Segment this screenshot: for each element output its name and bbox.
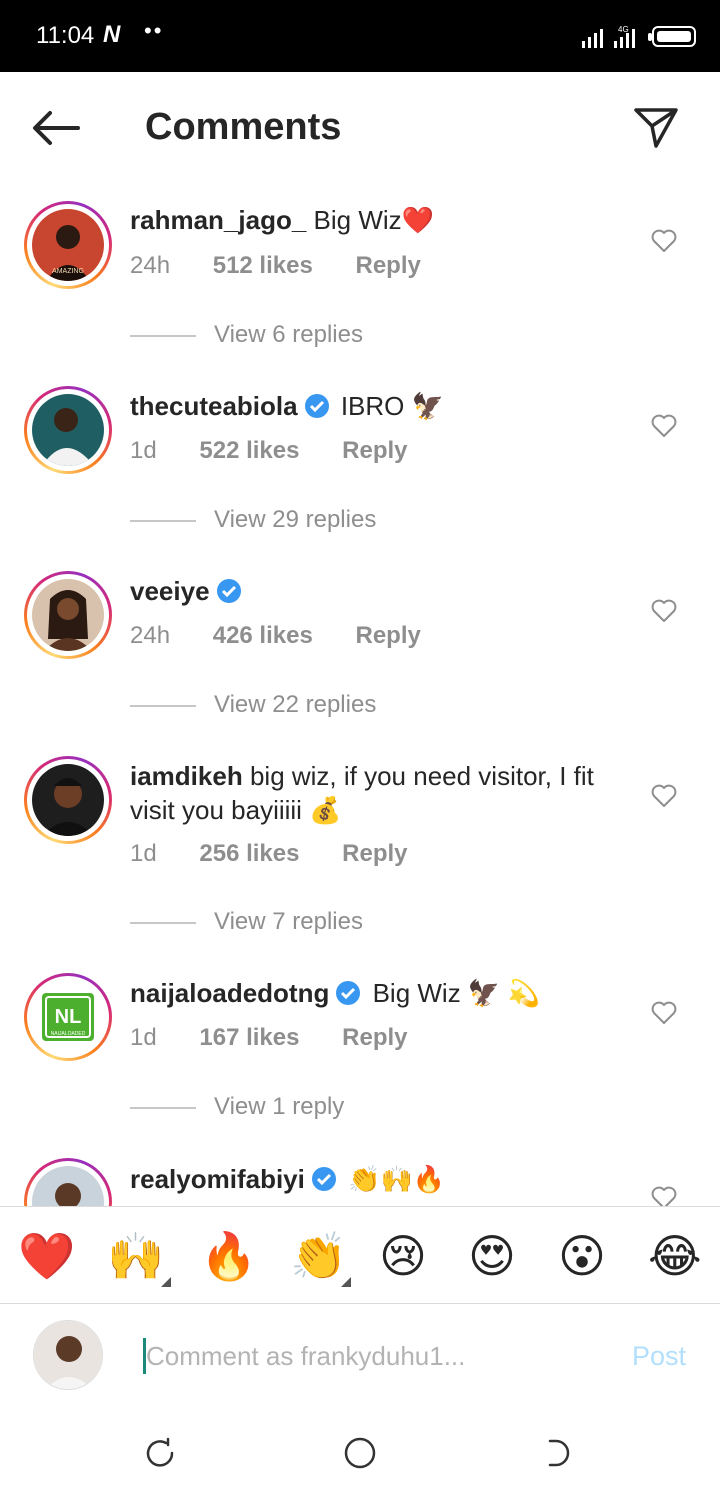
back-arrow-icon[interactable]: [30, 108, 82, 148]
signal-icon: 4G: [582, 26, 635, 48]
comment-username[interactable]: iamdikeh: [130, 761, 243, 791]
comment-meta: 24h 426 likes Reply: [130, 622, 457, 650]
avatar[interactable]: [24, 756, 112, 844]
comment-username[interactable]: thecuteabiola: [130, 391, 298, 421]
notification-dots: ••: [144, 18, 164, 43]
replies-divider: [130, 519, 196, 522]
comment-likes[interactable]: 256 likes: [199, 840, 299, 867]
network-label: 4G: [618, 26, 629, 34]
comment-meta: 24h 512 likes Reply: [130, 252, 457, 280]
avatar[interactable]: [24, 386, 112, 474]
comment-likes[interactable]: 522 likes: [199, 437, 299, 464]
reply-button[interactable]: Reply: [355, 622, 420, 649]
comment-input[interactable]: [143, 1338, 583, 1374]
avatar[interactable]: AMAZING: [24, 201, 112, 289]
svg-text:AMAZING: AMAZING: [52, 268, 84, 275]
avatar[interactable]: NL NAIJALOADED: [24, 973, 112, 1061]
verified-badge-icon: [304, 394, 329, 418]
comment-time: 1d: [130, 840, 157, 867]
comment-username[interactable]: realyomifabiyi: [130, 1164, 305, 1194]
heart-icon[interactable]: [651, 599, 677, 623]
comment-text: veeiye: [130, 574, 630, 608]
comment-time: 24h: [130, 252, 171, 279]
view-replies-link[interactable]: View 29 replies: [130, 506, 376, 534]
comment-meta: 1d 522 likes Reply: [130, 437, 444, 465]
comment-time: 1d: [130, 1024, 157, 1051]
status-bar: 11:04 N •• 4G: [0, 0, 720, 72]
svg-text:NAIJALOADED: NAIJALOADED: [51, 1031, 86, 1037]
heart-emoji-button[interactable]: ❤️: [18, 1229, 75, 1283]
raised-hands-emoji-button[interactable]: 🙌: [107, 1229, 164, 1283]
comment-text: realyomifabiyi 👏🙌🔥: [130, 1162, 630, 1196]
comment-body: IBRO 🦅: [340, 391, 444, 421]
comment-username[interactable]: rahman_jago_: [130, 205, 306, 235]
skin-tone-indicator-icon: [161, 1277, 171, 1287]
status-time: 11:04: [36, 22, 95, 49]
replies-divider: [130, 1106, 196, 1109]
comment-username[interactable]: naijaloadedotng: [130, 978, 329, 1008]
comment-meta: 1d 256 likes Reply: [130, 840, 444, 868]
system-nav-bar: [0, 1405, 720, 1500]
fire-emoji-button[interactable]: 🔥: [200, 1229, 257, 1283]
recents-icon[interactable]: [142, 1435, 178, 1471]
verified-badge-icon: [336, 981, 361, 1005]
reply-button[interactable]: Reply: [342, 840, 407, 867]
view-replies-link[interactable]: View 7 replies: [130, 908, 363, 936]
heart-icon[interactable]: [651, 229, 677, 253]
comment-likes[interactable]: 167 likes: [199, 1024, 299, 1051]
replies-divider: [130, 921, 196, 924]
emoji-quick-bar: ❤️ 🙌 🔥 👏 😢 😍 😮 😂: [0, 1206, 720, 1304]
nav-back-icon[interactable]: [542, 1435, 578, 1471]
comment-likes[interactable]: 512 likes: [213, 252, 313, 279]
comment-time: 24h: [130, 622, 171, 649]
reply-button[interactable]: Reply: [342, 1024, 407, 1051]
view-replies-link[interactable]: View 6 replies: [130, 321, 363, 349]
heart-icon[interactable]: [651, 784, 677, 808]
my-avatar: [33, 1320, 103, 1390]
page-title: Comments: [145, 106, 342, 148]
replies-divider: [130, 704, 196, 707]
comment-body: Big Wiz 🦅 💫: [372, 978, 540, 1008]
comment-text: iamdikeh big wiz, if you need visitor, I…: [130, 759, 635, 827]
verified-badge-icon: [216, 579, 241, 603]
home-circle-icon[interactable]: [342, 1435, 378, 1471]
surprised-emoji-button[interactable]: 😮: [558, 1229, 606, 1283]
skin-tone-indicator-icon: [341, 1277, 351, 1287]
svg-text:NL: NL: [55, 1006, 82, 1028]
verified-badge-icon: [311, 1167, 336, 1191]
comment-text: thecuteabiola IBRO 🦅: [130, 389, 630, 423]
comment-body: Big Wiz❤️: [313, 205, 435, 235]
reply-button[interactable]: Reply: [355, 252, 420, 279]
crying-emoji-button[interactable]: 😢: [379, 1229, 427, 1283]
paper-plane-icon[interactable]: [630, 104, 682, 152]
avatar[interactable]: [24, 571, 112, 659]
header: Comments: [0, 72, 720, 182]
comment-meta: 1d 167 likes Reply: [130, 1024, 444, 1052]
comment-likes[interactable]: 426 likes: [213, 622, 313, 649]
comment-text: rahman_jago_ Big Wiz❤️: [130, 203, 630, 237]
clap-emoji-button[interactable]: 👏: [290, 1229, 347, 1283]
comment-composer: Post: [0, 1305, 720, 1405]
comment-time: 1d: [130, 437, 157, 464]
comment-username[interactable]: veeiye: [130, 576, 210, 606]
view-replies-link[interactable]: View 1 reply: [130, 1093, 344, 1121]
carrier-icon: N: [103, 21, 121, 48]
replies-divider: [130, 334, 196, 337]
comment-body: 👏🙌🔥: [348, 1164, 446, 1194]
heart-icon[interactable]: [651, 1001, 677, 1025]
view-replies-link[interactable]: View 22 replies: [130, 691, 376, 719]
laughing-emoji-button[interactable]: 😂: [648, 1229, 702, 1283]
heart-icon[interactable]: [651, 414, 677, 438]
comment-text: naijaloadedotng Big Wiz 🦅 💫: [130, 976, 630, 1010]
post-button[interactable]: Post: [632, 1341, 686, 1372]
battery-icon: [648, 26, 696, 47]
reply-button[interactable]: Reply: [342, 437, 407, 464]
heart-eyes-emoji-button[interactable]: 😍: [468, 1229, 516, 1283]
